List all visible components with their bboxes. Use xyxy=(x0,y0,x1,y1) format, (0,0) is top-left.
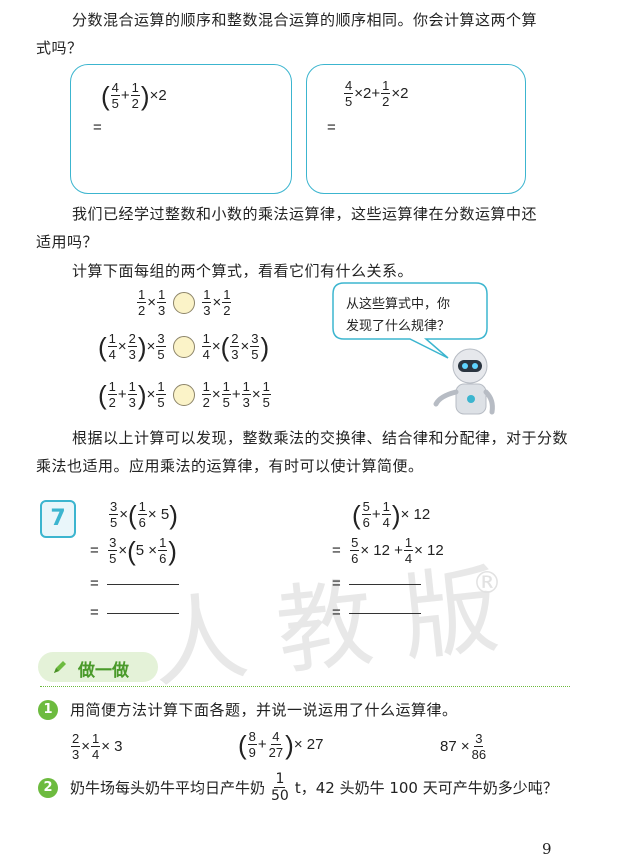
practice-divider xyxy=(40,686,570,687)
answer-blank[interactable] xyxy=(348,583,421,585)
question-1-number: 1 xyxy=(38,700,58,720)
question-2-number: 2 xyxy=(38,778,58,798)
conclusion-line-2: 乘法也适用。应用乘法的运算律，有时可以使计算简便。 xyxy=(36,457,424,475)
q1-expression-2: (8 9 +4 27) × 27 xyxy=(238,729,324,760)
laws-line-1: 我们已经学过整数和小数的乘法运算律，这些运算律在分数运算中还 xyxy=(72,205,538,223)
example-left-line-2: = 3 5 ×(5 × 1 6) xyxy=(90,535,177,566)
example-left-line-3: = xyxy=(90,575,179,592)
compare-circle-3[interactable] xyxy=(172,383,195,406)
conclusion-line-1: 根据以上计算可以发现，整数乘法的交换律、结合律和分配律，对于分数 xyxy=(72,429,569,447)
comparison-row-2: (1 4 × 2 3) × 3 5 1 4 ×(2 3 × 3 5) xyxy=(98,331,270,362)
question-1-text: 用简便方法计算下面各题，并说一说运用了什么运算律。 xyxy=(70,701,458,719)
pencil-icon xyxy=(54,661,66,673)
expression-box-right: 45 ×2+ 12 ×2 = xyxy=(306,64,526,194)
practice-title: 做一做 xyxy=(78,661,129,681)
expression-box-left: ( 45 + 12 ) ×2 = xyxy=(70,64,292,194)
laws-line-2: 适用吗？ xyxy=(36,233,99,251)
box-right-expression: 45 ×2+ 12 ×2 xyxy=(344,78,409,109)
example-right-line-3: = xyxy=(332,575,421,592)
box-right-equals: = xyxy=(327,119,336,136)
answer-blank[interactable] xyxy=(106,583,179,585)
speech-bubble-text: 从这些算式中，你 发现了什么规律？ xyxy=(346,297,451,334)
robot-mascot-icon xyxy=(433,348,495,415)
page-number: 9 xyxy=(542,840,552,858)
practice-header: 做一做 xyxy=(38,652,158,682)
q1-expression-1: 2 3 × 1 4 × 3 xyxy=(71,731,123,762)
example-number-badge: 7 xyxy=(40,500,76,538)
watermark-registered-mark: ® xyxy=(472,566,502,601)
box-left-expression: ( 45 + 12 ) ×2 xyxy=(101,80,167,111)
compare-circle-1[interactable] xyxy=(173,291,196,314)
compare-circle-2[interactable] xyxy=(172,335,195,358)
q1-expression-3: 87 × 3 86 xyxy=(440,731,487,762)
compute-prompt: 计算下面每组的两个算式，看看它们有什么关系。 xyxy=(72,262,414,280)
comparison-row-3: (1 2 +1 3) × 1 5 1 2 × 1 5 +1 3 × 1 5 xyxy=(98,379,271,410)
example-right-line-1: (5 6 +1 4) × 12 xyxy=(352,499,431,530)
comparison-row-1: 1 2 × 1 3 1 3 × 1 2 xyxy=(137,287,232,318)
example-left-line-1: 3 5 ×(1 6 × 5) xyxy=(109,499,178,530)
box-left-equals: = xyxy=(93,119,102,136)
intro-line-2: 式吗？ xyxy=(36,39,83,57)
question-2-text: 奶牛场每头奶牛平均日产牛奶 1 50 t，42 头奶牛 100 天可产牛奶多少吨？ xyxy=(70,771,558,804)
example-right-line-4: = xyxy=(332,604,421,621)
answer-blank[interactable] xyxy=(348,612,421,614)
intro-line-1: 分数混合运算的顺序和整数混合运算的顺序相同。你会计算这两个算 xyxy=(72,11,538,29)
answer-blank[interactable] xyxy=(106,612,179,614)
example-right-line-2: = 5 6 × 12 +1 4 × 12 xyxy=(332,535,444,566)
example-left-line-4: = xyxy=(90,604,179,621)
